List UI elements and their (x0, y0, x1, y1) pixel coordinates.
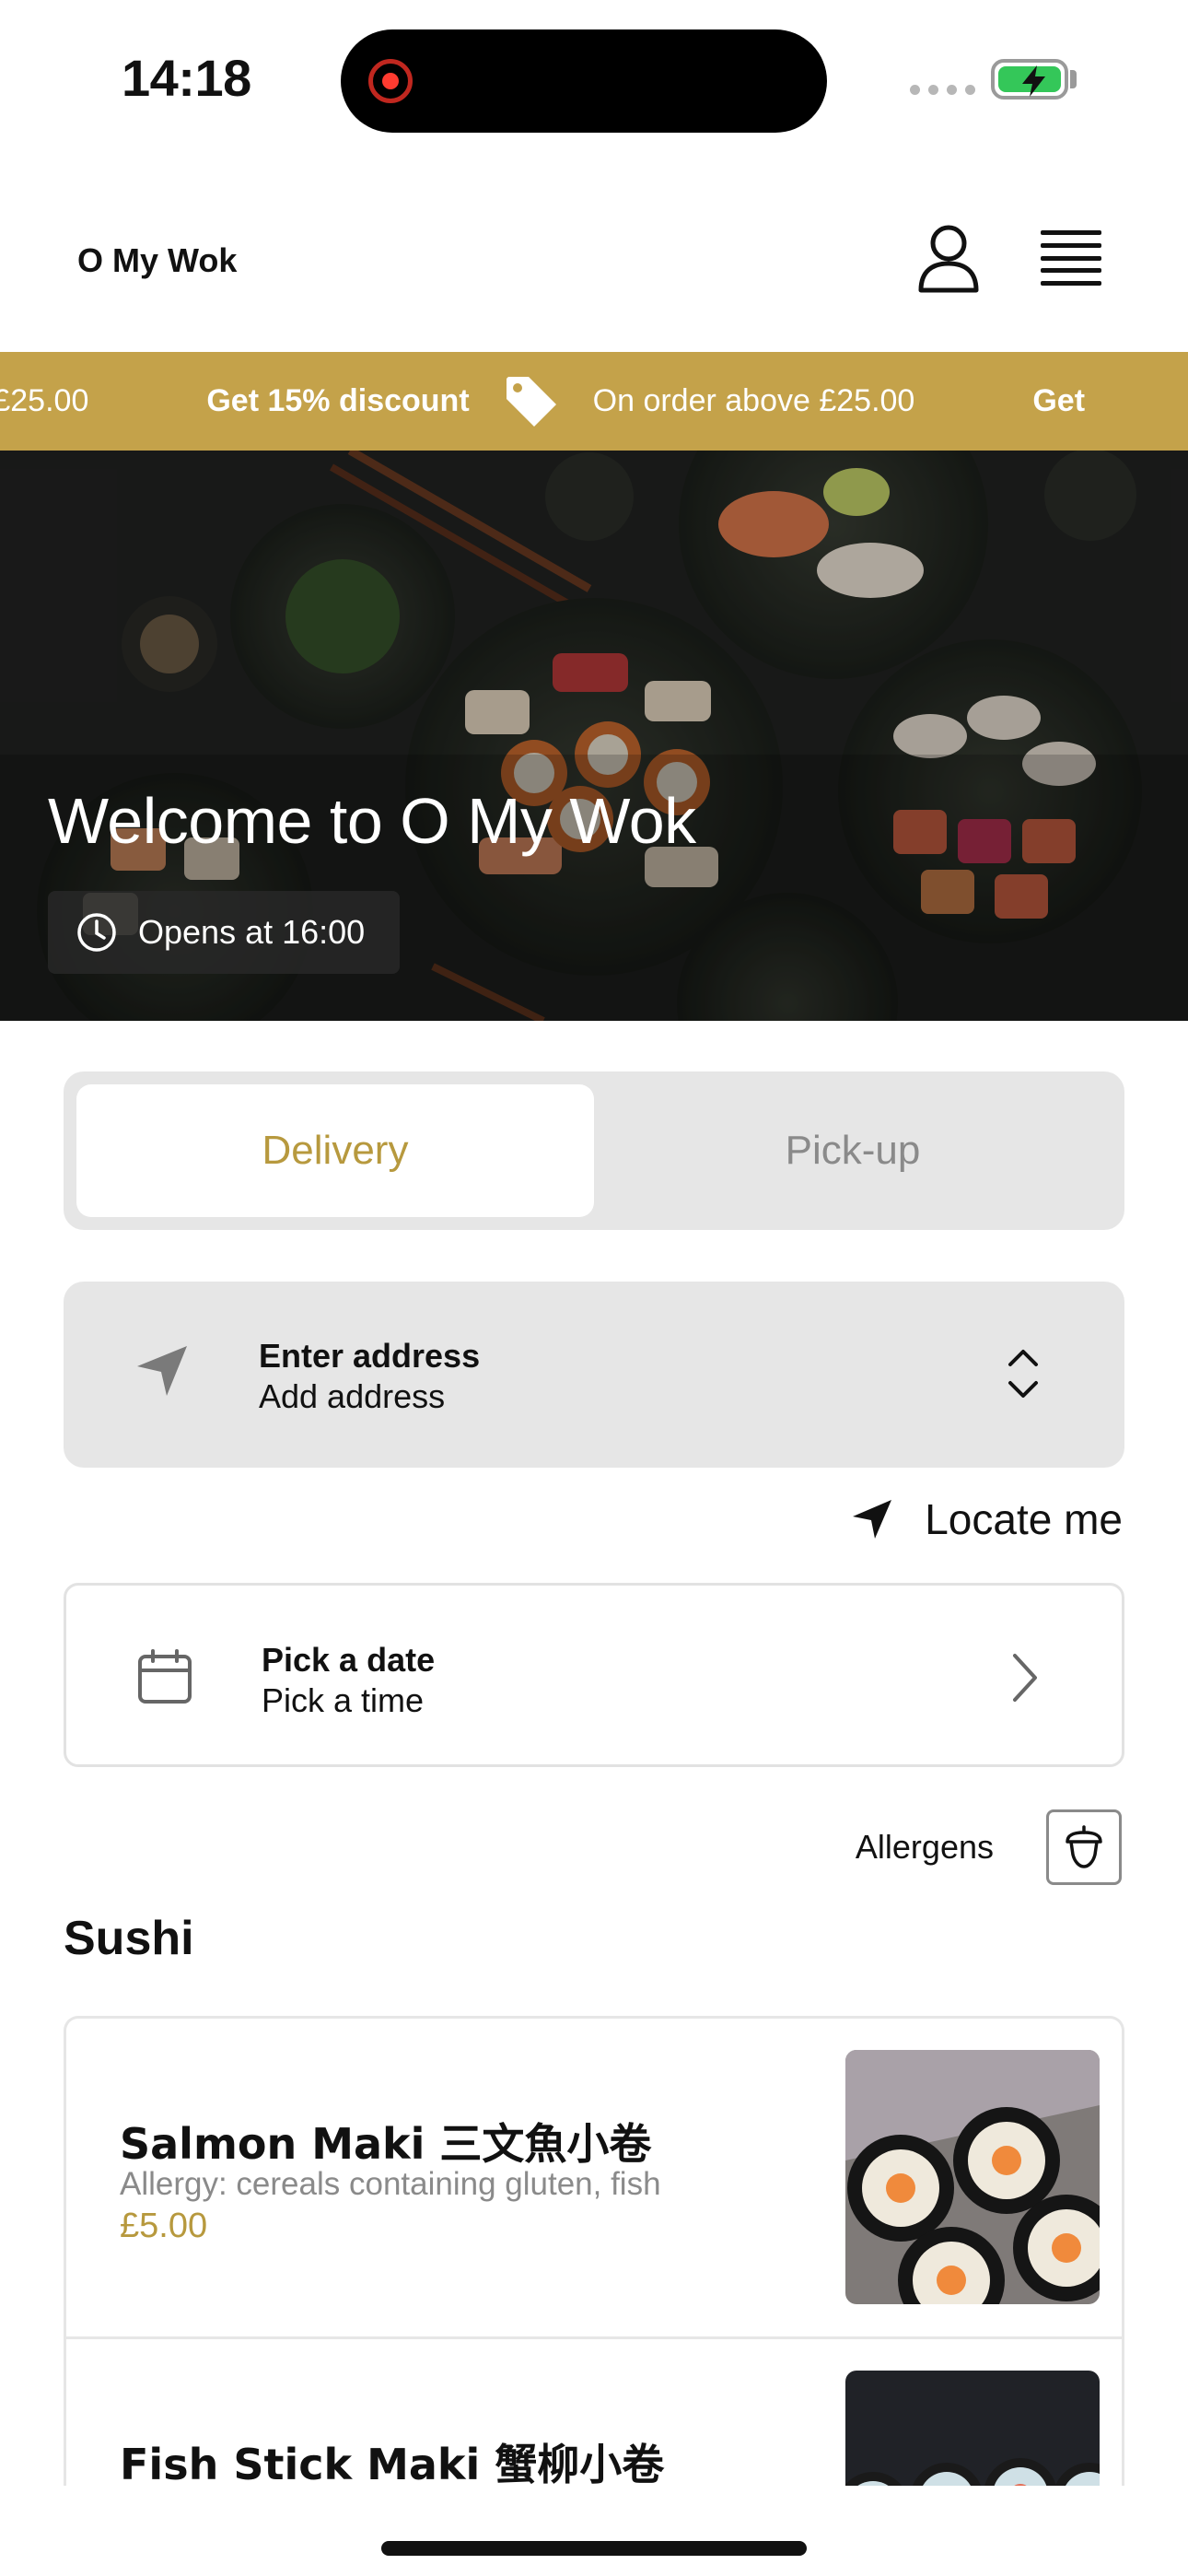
hero-banner: Welcome to O My Wok Opens at 16:00 (0, 451, 1188, 1021)
hero-title: Welcome to O My Wok (48, 785, 696, 857)
location-arrow-icon (853, 1500, 892, 1539)
opening-hours-text: Opens at 16:00 (138, 913, 366, 951)
promo-discount-repeat: Get (1032, 383, 1086, 418)
battery-tip (1070, 70, 1077, 88)
promo-condition: On order above £25.00 (592, 383, 915, 418)
time-subtitle: Pick a time (262, 1681, 425, 1719)
dynamic-island (341, 29, 827, 133)
app-header: O My Wok (0, 175, 1188, 350)
chevron-up-down-icon (1008, 1350, 1038, 1398)
date-time-picker[interactable]: Pick a date Pick a time (64, 1583, 1124, 1767)
locate-me-label: Locate me (925, 1495, 1123, 1543)
tab-pickup[interactable]: Pick-up (594, 1084, 1112, 1217)
category-title: Sushi (64, 1912, 194, 1965)
status-time: 14:18 (122, 49, 251, 107)
battery-icon (991, 59, 1068, 100)
chevron-right-icon (1013, 1654, 1037, 1702)
screen-recording-icon (368, 59, 413, 103)
fish-stick-maki-image (845, 2371, 1100, 2486)
account-button[interactable] (915, 223, 982, 293)
menu-item-list: Salmon Maki 三文魚小卷 Allergy: cereals conta… (64, 2016, 1124, 2486)
address-subtitle: Add address (259, 1377, 446, 1415)
clock-icon (77, 913, 116, 952)
promo-condition-fragment: e £25.00 (0, 383, 89, 418)
home-indicator[interactable] (381, 2541, 807, 2556)
date-title: Pick a date (262, 1641, 436, 1679)
menu-item[interactable]: Fish Stick Maki 蟹柳小卷 (66, 2339, 1122, 2486)
cellular-signal-icon (910, 85, 975, 95)
allergens-button[interactable] (1046, 1809, 1122, 1885)
tag-icon (506, 376, 556, 427)
address-title: Enter address (259, 1337, 481, 1375)
menu-item-allergy: Allergy: cereals containing gluten, fish (120, 2166, 661, 2202)
menu-item[interactable]: Salmon Maki 三文魚小卷 Allergy: cereals conta… (66, 2019, 1122, 2339)
charging-bolt-icon (1022, 65, 1045, 97)
order-mode-switch: Delivery Pick-up (64, 1071, 1124, 1230)
acorn-icon (1066, 1825, 1102, 1868)
salmon-maki-image (845, 2050, 1100, 2304)
menu-item-name: Salmon Maki 三文魚小卷 (120, 2119, 652, 2169)
calendar-icon (138, 1649, 192, 1704)
menu-item-name: Fish Stick Maki 蟹柳小卷 (120, 2440, 665, 2486)
brand-name[interactable]: O My Wok (77, 241, 237, 280)
allergens-label: Allergens (855, 1828, 994, 1866)
promo-banner: e £25.00 Get 15% discount On order above… (0, 352, 1188, 451)
menu-item-price: £5.00 (120, 2207, 208, 2245)
person-icon (918, 225, 979, 293)
opening-hours-badge: Opens at 16:00 (48, 891, 400, 974)
address-selector[interactable]: Enter address Add address (64, 1282, 1124, 1468)
locate-me-button[interactable]: Locate me (851, 1494, 1123, 1544)
navigation-arrow-icon (137, 1346, 187, 1396)
status-bar: 14:18 (0, 0, 1188, 157)
promo-discount: Get 15% discount (206, 383, 470, 418)
tab-delivery[interactable]: Delivery (76, 1084, 594, 1217)
hamburger-menu-icon[interactable] (1041, 230, 1101, 286)
